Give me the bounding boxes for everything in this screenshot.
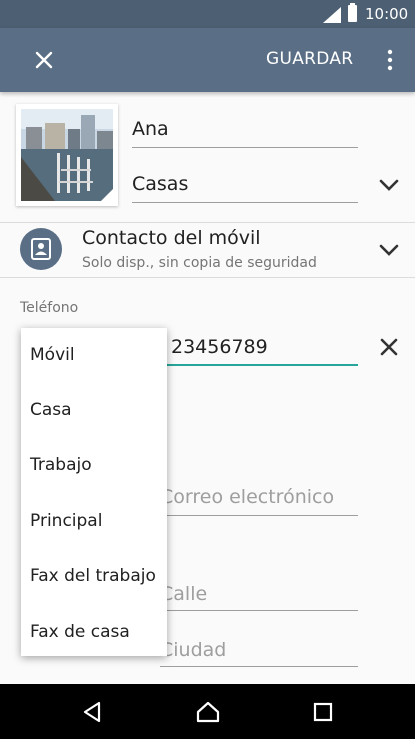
recents-icon[interactable]	[313, 702, 333, 722]
navigation-bar	[0, 684, 415, 739]
menu-item-fax-casa[interactable]: Fax de casa	[21, 605, 167, 660]
name-field[interactable]: Ana	[132, 112, 358, 148]
close-icon[interactable]	[32, 48, 56, 72]
status-time: 10:00	[365, 5, 409, 23]
home-icon[interactable]	[196, 700, 220, 724]
menu-item-trabajo[interactable]: Trabajo	[21, 438, 167, 493]
email-field[interactable]: Correo electrónico	[160, 482, 358, 516]
divider	[0, 222, 415, 223]
battery-icon	[348, 3, 357, 22]
phone-section-label: Teléfono	[20, 300, 79, 316]
group-field[interactable]: Casas	[132, 167, 358, 203]
status-bar: 10:00	[0, 0, 415, 28]
chevron-down-icon[interactable]	[379, 178, 399, 192]
contacts-account-icon	[20, 228, 62, 270]
menu-item-casa[interactable]: Casa	[21, 383, 167, 438]
contact-photo[interactable]	[16, 104, 118, 206]
menu-item-movil[interactable]: Móvil	[21, 328, 167, 383]
phone-type-menu: Móvil Casa Trabajo Principal Fax del tra…	[21, 328, 167, 656]
signal-icon	[323, 7, 341, 23]
street-field[interactable]: Calle	[160, 577, 358, 611]
clear-icon[interactable]	[380, 338, 398, 356]
account-subtitle: Solo disp., sin copia de seguridad	[82, 255, 317, 271]
menu-item-fax-trabajo[interactable]: Fax del trabajo	[21, 549, 167, 604]
save-button[interactable]: GUARDAR	[266, 49, 353, 69]
more-vert-icon[interactable]	[383, 48, 397, 72]
contact-photo-image	[21, 109, 113, 201]
menu-item-principal[interactable]: Principal	[21, 494, 167, 549]
back-icon[interactable]	[81, 701, 103, 723]
divider	[0, 277, 415, 278]
city-field[interactable]: Ciudad	[160, 633, 358, 667]
app-toolbar: GUARDAR	[0, 28, 415, 92]
chevron-down-icon[interactable]	[379, 243, 399, 257]
phone-input[interactable]: 23456789	[164, 330, 358, 366]
account-title: Contacto del móvil	[82, 227, 261, 249]
